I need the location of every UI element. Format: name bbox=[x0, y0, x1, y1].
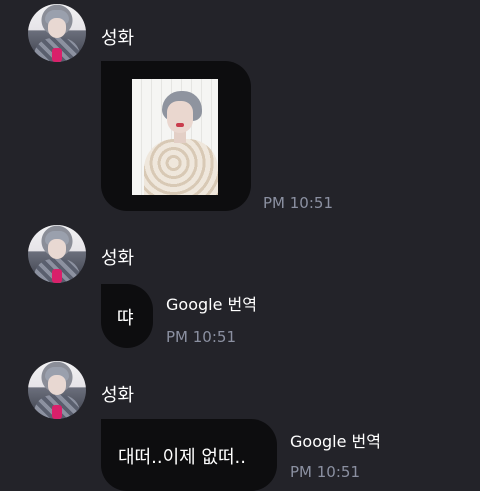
message-timestamp: PM 10:51 bbox=[166, 328, 236, 346]
photo-lips bbox=[176, 123, 184, 127]
avatar[interactable] bbox=[28, 361, 86, 419]
avatar-face bbox=[48, 375, 66, 395]
sender-name[interactable]: 성화 bbox=[101, 24, 134, 50]
message-text: 대떠..이제 없떠.. bbox=[118, 447, 246, 468]
photo-face bbox=[167, 101, 193, 133]
sender-name[interactable]: 성화 bbox=[101, 244, 134, 270]
message-timestamp: PM 10:51 bbox=[263, 194, 333, 212]
avatar-accent bbox=[52, 269, 62, 283]
shared-photo[interactable] bbox=[132, 79, 218, 195]
google-translate-link[interactable]: Google 번역 bbox=[290, 428, 381, 452]
avatar[interactable] bbox=[28, 225, 86, 283]
photo-shirt bbox=[144, 139, 218, 195]
avatar-face bbox=[48, 18, 66, 38]
message-timestamp: PM 10:51 bbox=[290, 463, 360, 481]
avatar[interactable] bbox=[28, 4, 86, 62]
sender-name[interactable]: 성화 bbox=[101, 381, 134, 407]
avatar-accent bbox=[52, 48, 62, 62]
avatar-face bbox=[48, 239, 66, 259]
google-translate-link[interactable]: Google 번역 bbox=[166, 291, 257, 315]
avatar-accent bbox=[52, 405, 62, 419]
message-text: 땨 bbox=[117, 308, 134, 329]
